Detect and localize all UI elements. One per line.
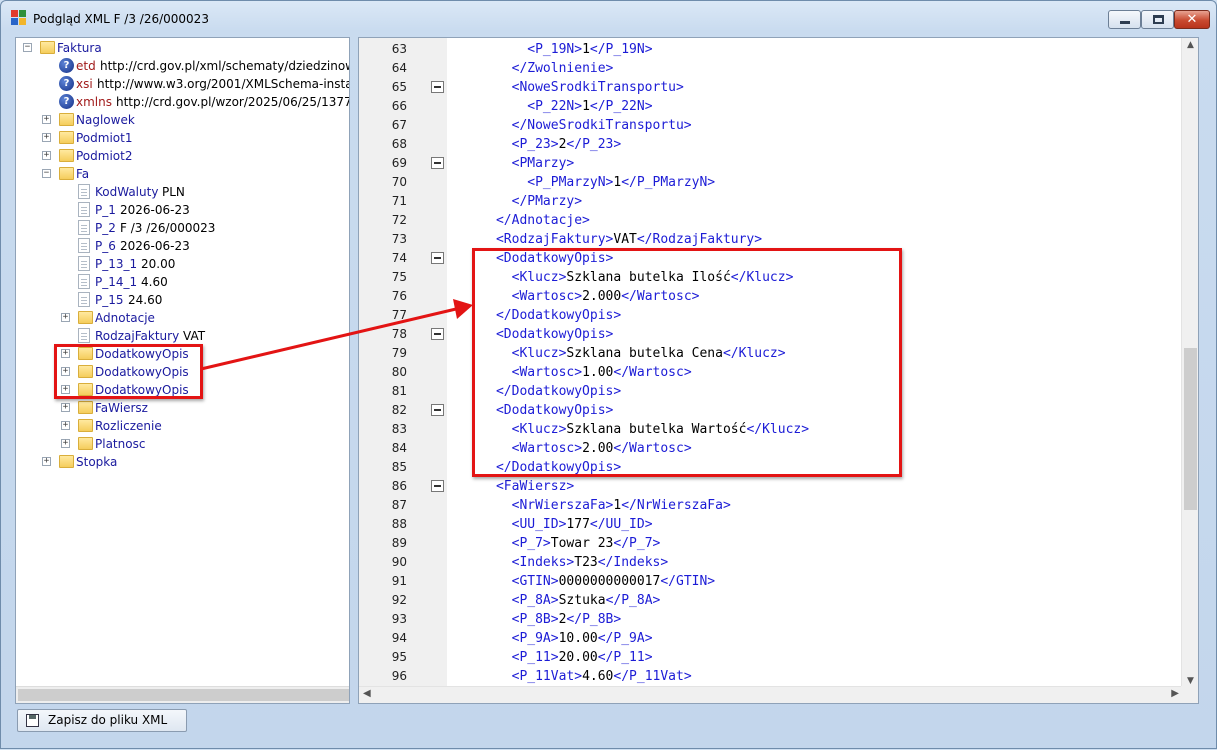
annotation-arrow <box>200 299 473 371</box>
arrow-line <box>200 307 457 371</box>
save-button-label: Zapisz do pliku XML <box>48 713 168 727</box>
arrow-head <box>453 299 473 319</box>
save-to-xml-button[interactable]: Zapisz do pliku XML <box>17 709 187 732</box>
app-window: Podgląd XML F /3 /26/000023 ✕ − Faktura? e… <box>0 0 1217 749</box>
floppy-disk-icon <box>26 714 39 727</box>
